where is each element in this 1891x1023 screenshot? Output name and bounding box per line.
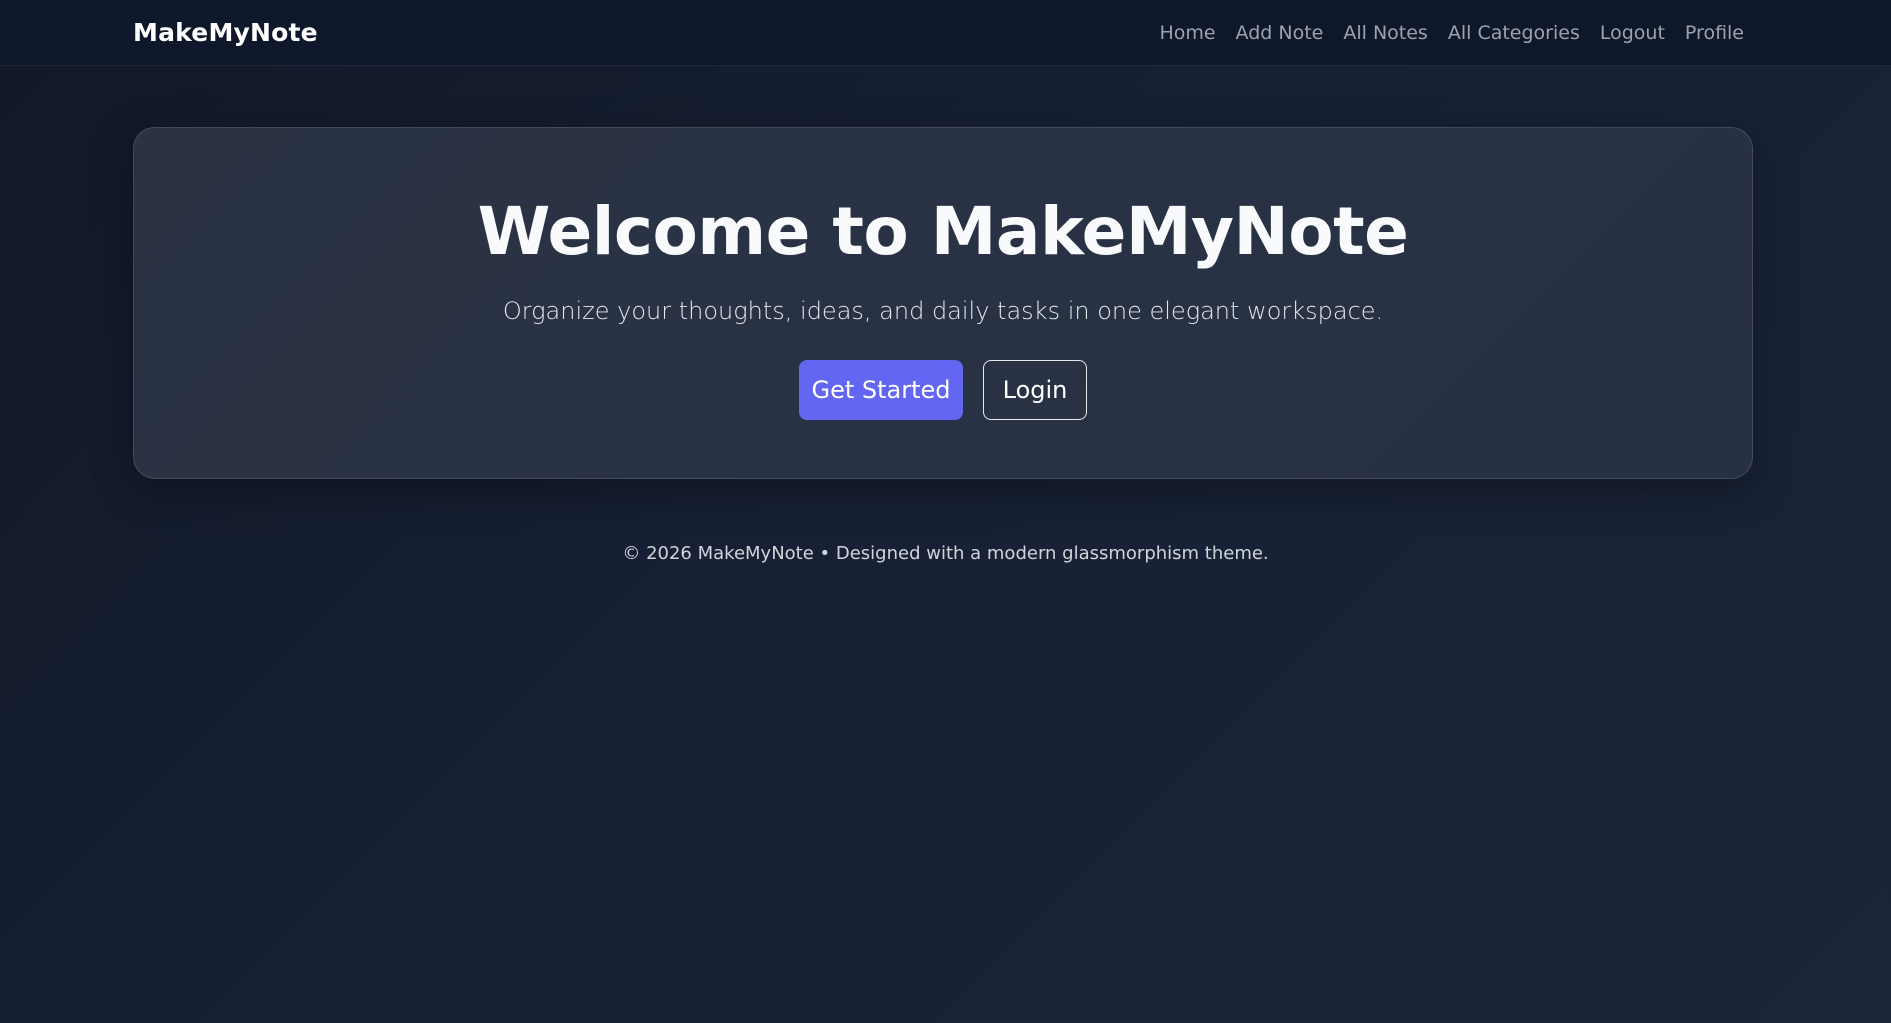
login-button[interactable]: Login [983, 360, 1087, 420]
footer-text: © 2026 MakeMyNote • Designed with a mode… [622, 543, 1269, 564]
nav-link-all-notes[interactable]: All Notes [1343, 22, 1427, 44]
top-navbar: MakeMyNote Home Add Note All Notes All C… [0, 0, 1891, 66]
brand-logo-link[interactable]: MakeMyNote [133, 0, 318, 66]
nav-link-profile[interactable]: Profile [1685, 22, 1744, 44]
hero-card: Welcome to MakeMyNote Organize your thou… [133, 127, 1753, 479]
nav-link-home[interactable]: Home [1159, 22, 1215, 44]
nav-link-all-categories[interactable]: All Categories [1448, 22, 1580, 44]
get-started-button[interactable]: Get Started [799, 360, 963, 420]
hero-title: Welcome to MakeMyNote [477, 193, 1409, 270]
hero-subtitle: Organize your thoughts, ideas, and daily… [502, 297, 1384, 325]
hero-actions: Get Started Login [134, 360, 1752, 420]
nav-link-logout[interactable]: Logout [1600, 22, 1665, 44]
nav-links: Home Add Note All Notes All Categories L… [1159, 0, 1744, 66]
nav-link-add-note[interactable]: Add Note [1236, 22, 1324, 44]
